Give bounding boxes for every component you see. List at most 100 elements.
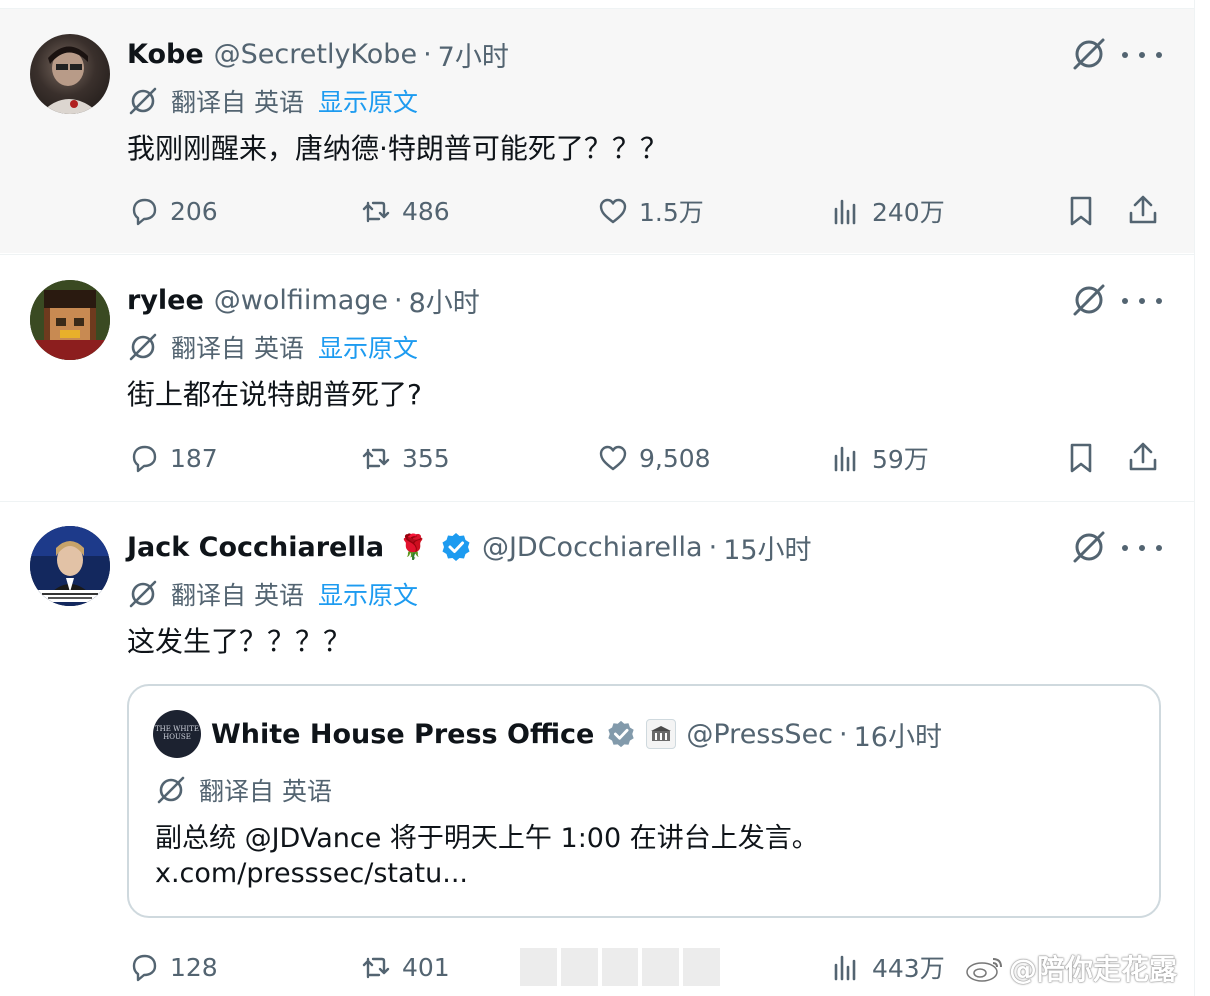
views-icon: [834, 955, 856, 981]
quoted-avatar-logo: THE WHITE HOUSE: [155, 725, 199, 741]
quoted-handle[interactable]: @PressSec: [686, 719, 833, 750]
like-count: 9,508: [639, 443, 711, 473]
quoted-tweet[interactable]: THE WHITE HOUSE White House Press Office…: [127, 684, 1161, 918]
separator: ·: [708, 531, 718, 563]
handle[interactable]: @JDCocchiarella: [482, 532, 703, 563]
reply-button[interactable]: 187: [128, 438, 218, 478]
translate-label: 翻译自 英语: [171, 88, 304, 117]
like-button[interactable]: 9,508: [597, 438, 711, 478]
reply-icon: [132, 445, 157, 473]
bookmark-icon[interactable]: [1064, 441, 1098, 475]
quoted-author-row: White House Press Office @PressSec · 16小…: [211, 714, 942, 754]
timestamp[interactable]: 7小时: [438, 35, 509, 74]
like-count: 1.5万: [639, 198, 704, 227]
avatar[interactable]: [30, 526, 110, 606]
views-button[interactable]: 443万: [830, 947, 945, 987]
grok-icon[interactable]: [1070, 35, 1108, 73]
redacted-area: [520, 948, 720, 986]
reply-button[interactable]: 128: [128, 947, 218, 987]
more-icon[interactable]: [1122, 45, 1162, 65]
retweet-button[interactable]: 355: [360, 438, 450, 478]
retweet-icon: [362, 957, 390, 979]
author-row: Kobe @SecretlyKobe · 7小时: [127, 34, 509, 74]
display-name[interactable]: Kobe: [127, 39, 204, 70]
reply-button[interactable]: 206: [128, 191, 218, 231]
reply-count: 206: [170, 196, 218, 226]
show-original-link[interactable]: 显示原文: [318, 329, 418, 365]
views-button[interactable]: 240万: [830, 191, 945, 231]
tweet-text: 街上都在说特朗普死了?: [127, 378, 422, 411]
gov-affiliation-icon[interactable]: [646, 719, 677, 749]
translate-icon: [129, 333, 157, 361]
like-button[interactable]: 1.5万: [597, 191, 704, 231]
retweet-count: 486: [402, 196, 450, 226]
share-icon[interactable]: [1126, 440, 1160, 474]
reply-count: 128: [170, 952, 218, 982]
author-row: rylee @wolfiimage · 8小时: [127, 280, 480, 320]
translate-label: 翻译自 英语: [199, 777, 332, 806]
like-icon: [599, 445, 627, 471]
verified-gray-icon[interactable]: [606, 719, 636, 749]
tweet-text: 我刚刚醒来，唐纳德·特朗普可能死了？？？: [127, 132, 668, 165]
retweet-icon: [362, 201, 390, 223]
grok-icon[interactable]: [1070, 281, 1108, 319]
handle[interactable]: @SecretlyKobe: [214, 39, 417, 70]
retweet-icon: [362, 448, 390, 470]
quoted-display-name[interactable]: White House Press Office: [211, 719, 594, 750]
handle[interactable]: @wolfiimage: [214, 285, 388, 316]
reply-icon: [132, 954, 157, 982]
reply-icon: [132, 198, 157, 226]
retweet-count: 401: [402, 952, 450, 982]
share-icon[interactable]: [1126, 193, 1160, 227]
quoted-avatar[interactable]: THE WHITE HOUSE: [153, 710, 201, 758]
weibo-icon: [966, 958, 1002, 982]
like-icon: [599, 198, 627, 224]
author-row: Jack Cocchiarella 🌹 @JDCocchiarella · 15…: [127, 527, 812, 567]
views-button[interactable]: 59万: [830, 438, 929, 478]
display-name[interactable]: rylee: [127, 285, 204, 316]
tweet-kobe[interactable]: Kobe @SecretlyKobe · 7小时 翻译自 英语 显示原文 我刚刚…: [0, 9, 1194, 253]
view-count: 443万: [872, 954, 945, 983]
tweet-text: 这发生了？？？？: [127, 625, 352, 658]
bookmark-icon[interactable]: [1064, 194, 1098, 228]
translation-info: 翻译自 英语 显示原文: [127, 83, 418, 119]
views-icon: [834, 199, 856, 225]
avatar[interactable]: [30, 280, 110, 360]
reply-count: 187: [170, 443, 218, 473]
verified-icon[interactable]: [440, 531, 472, 563]
avatar[interactable]: [30, 34, 110, 114]
quoted-link[interactable]: x.com/presssec/statu...: [155, 858, 468, 889]
views-icon: [834, 446, 856, 472]
retweet-button[interactable]: 401: [360, 947, 450, 987]
retweet-count: 355: [402, 443, 450, 473]
timestamp[interactable]: 8小时: [409, 281, 480, 320]
translate-icon: [129, 580, 157, 608]
rose-emoji: 🌹: [398, 533, 428, 561]
display-name[interactable]: Jack Cocchiarella: [127, 532, 384, 563]
translate-label: 翻译自 英语: [171, 581, 304, 610]
quoted-timestamp[interactable]: 16小时: [854, 715, 942, 754]
translate-label: 翻译自 英语: [171, 334, 304, 363]
separator: ·: [394, 284, 403, 316]
tweet-jack-cocchiarella[interactable]: Jack Cocchiarella 🌹 @JDCocchiarella · 15…: [0, 501, 1194, 996]
show-original-link[interactable]: 显示原文: [318, 576, 418, 612]
translation-info: 翻译自 英语 显示原文: [127, 329, 418, 365]
timestamp[interactable]: 15小时: [723, 528, 811, 567]
more-icon[interactable]: [1122, 538, 1162, 558]
watermark: @陪你走花露: [965, 948, 1177, 988]
quoted-text: 副总统 @JDVance 将于明天上午 1:00 在讲台上发言。: [155, 823, 819, 854]
tweet-rylee[interactable]: rylee @wolfiimage · 8小时 翻译自 英语 显示原文 街上都在…: [0, 254, 1194, 500]
translation-info: 翻译自 英语 显示原文: [127, 576, 418, 612]
watermark-text: @陪你走花露: [1009, 953, 1178, 986]
column-divider: [1194, 0, 1195, 996]
separator: ·: [839, 718, 848, 750]
quoted-translation-info: 翻译自 英语: [155, 772, 332, 808]
translate-icon: [157, 776, 185, 804]
grok-icon[interactable]: [1070, 528, 1108, 566]
more-icon[interactable]: [1122, 291, 1162, 311]
translate-icon: [129, 87, 157, 115]
retweet-button[interactable]: 486: [360, 191, 450, 231]
view-count: 240万: [872, 198, 945, 227]
separator: ·: [423, 38, 432, 70]
show-original-link[interactable]: 显示原文: [318, 83, 418, 119]
